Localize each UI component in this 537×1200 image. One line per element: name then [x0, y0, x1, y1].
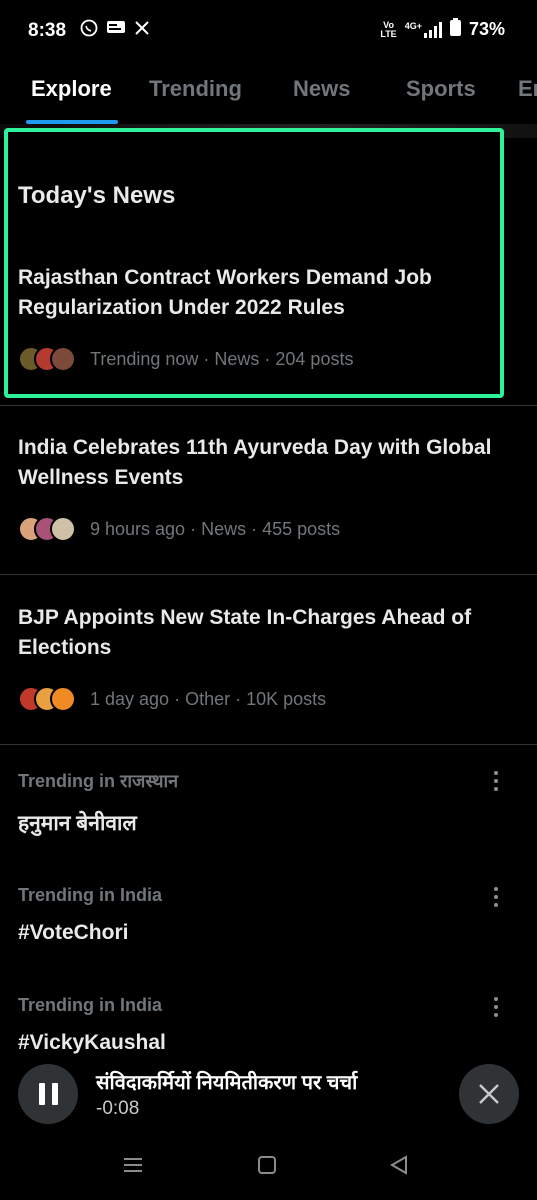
close-player-button[interactable] [459, 1064, 519, 1124]
tab-entertainment[interactable]: En [518, 76, 537, 102]
home-icon[interactable] [256, 1154, 278, 1181]
divider [0, 405, 537, 406]
news-item-meta-text: Trending now · News · 204 posts [90, 348, 354, 369]
avatar [50, 516, 76, 542]
trend-context: Trending in India [18, 995, 162, 1015]
trend-name[interactable]: #VoteChori [18, 921, 128, 945]
x-icon [134, 20, 150, 41]
tab-trending[interactable]: Trending [149, 76, 242, 102]
news-item-title[interactable]: Rajasthan Contract Workers Demand Job Re… [18, 263, 518, 323]
tab-explore[interactable]: Explore [31, 76, 112, 102]
trend-context: Trending in राजस्थान [18, 771, 179, 791]
volte-indicator: Vo LTE [380, 19, 397, 39]
more-options-icon[interactable] [493, 771, 499, 791]
news-item-meta-text: 9 hours ago · News · 455 posts [90, 518, 341, 539]
news-item-meta: 1 day ago · Other · 10K posts [18, 686, 326, 712]
audio-player-bar: संविदाकर्मियों नियमितीकरण पर चर्चा -0:08 [0, 1054, 537, 1134]
news-item-title[interactable]: BJP Appoints New State In-Charges Ahead … [18, 603, 518, 663]
news-item-meta: 9 hours ago · News · 455 posts [18, 516, 340, 542]
trend-name[interactable]: #VickyKaushal [18, 1031, 166, 1055]
divider [0, 744, 537, 745]
divider [0, 574, 537, 575]
pause-button[interactable] [18, 1064, 78, 1124]
avatar-group [18, 686, 76, 712]
news-item-title[interactable]: India Celebrates 11th Ayurveda Day with … [18, 433, 518, 493]
news-app-icon [106, 19, 126, 42]
trend-context: Trending in India [18, 885, 162, 905]
system-navigation-bar [0, 1134, 537, 1200]
tab-sports[interactable]: Sports [406, 76, 476, 102]
news-item-meta-text: 1 day ago · Other · 10K posts [90, 688, 327, 709]
player-title: संविदाकर्मियों नियमितीकरण पर चर्चा [96, 1072, 358, 1094]
section-heading-todays-news: Today's News [18, 182, 176, 209]
avatar-group [18, 516, 76, 542]
player-time: -0:08 [96, 1098, 140, 1119]
avatar-group [18, 346, 76, 372]
more-options-icon[interactable] [493, 997, 499, 1017]
whatsapp-icon [80, 19, 98, 42]
battery-icon [449, 18, 461, 41]
more-options-icon[interactable] [493, 887, 499, 907]
status-system-icons: Vo LTE 4G+ 73% [380, 18, 505, 41]
status-notification-icons [80, 19, 150, 42]
avatar [50, 686, 76, 712]
avatar [50, 346, 76, 372]
news-item-meta: Trending now · News · 204 posts [18, 346, 353, 372]
signal-icon: 4G+ [405, 21, 442, 38]
recent-apps-icon[interactable] [122, 1154, 144, 1181]
explore-tab-bar: Explore Trending News Sports En [0, 62, 537, 125]
status-time: 8:38 [28, 20, 67, 41]
tab-news[interactable]: News [293, 76, 350, 102]
back-icon[interactable] [388, 1154, 410, 1181]
status-bar: 8:38 Vo LTE 4G+ 73% [0, 0, 537, 60]
trend-name[interactable]: हनुमान बेनीवाल [18, 809, 137, 837]
battery-percent: 73% [468, 19, 505, 39]
pause-icon [38, 1083, 45, 1105]
close-icon [479, 1084, 499, 1104]
